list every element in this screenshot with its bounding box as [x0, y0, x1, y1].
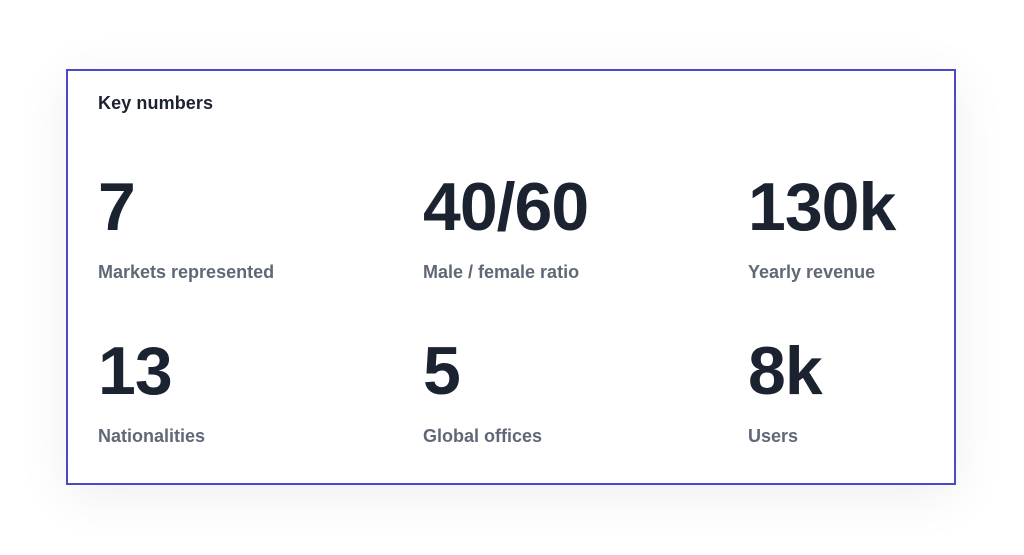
stat-value: 13	[98, 333, 173, 409]
stat-users: 8k Users	[748, 337, 1024, 447]
stat-label: Male / female ratio	[423, 262, 580, 282]
stat-global-offices: 5 Global offices	[423, 337, 723, 447]
stat-label: Nationalities	[98, 426, 206, 446]
stat-markets-represented: 7 Markets represented	[98, 173, 398, 283]
stat-label: Users	[748, 426, 799, 446]
stat-value: 130k	[748, 169, 896, 245]
stat-value: 8k	[748, 333, 823, 409]
stat-value: 5	[423, 333, 461, 409]
stat-value: 40/60	[423, 169, 589, 245]
stat-nationalities: 13 Nationalities	[98, 337, 398, 447]
stat-yearly-revenue: 130k Yearly revenue	[748, 173, 1024, 283]
stat-male-female-ratio: 40/60 Male / female ratio	[423, 173, 723, 283]
stat-label: Yearly revenue	[748, 262, 876, 282]
card-title: Key numbers	[98, 93, 214, 113]
stat-value: 7	[98, 169, 136, 245]
stat-label: Markets represented	[98, 262, 275, 282]
key-numbers-card: Key numbers 7 Markets represented 40/60 …	[66, 69, 956, 485]
stat-label: Global offices	[423, 426, 543, 446]
